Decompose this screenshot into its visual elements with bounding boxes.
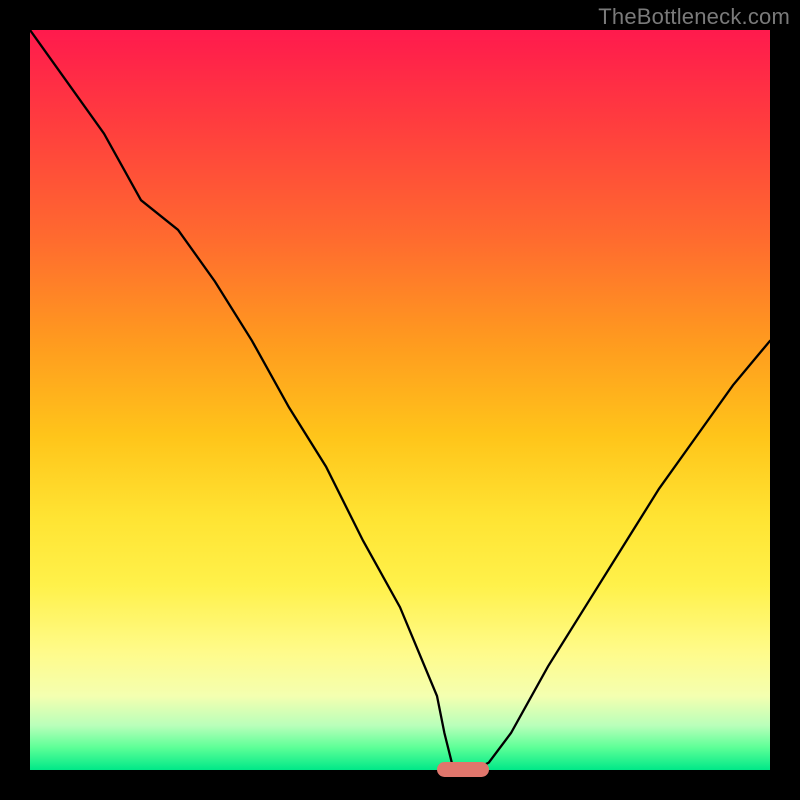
curve-path (30, 30, 770, 770)
chart-frame: TheBottleneck.com (0, 0, 800, 800)
bottleneck-curve (30, 30, 770, 770)
optimum-marker (437, 762, 489, 777)
watermark-text: TheBottleneck.com (598, 4, 790, 30)
plot-area (30, 30, 770, 770)
